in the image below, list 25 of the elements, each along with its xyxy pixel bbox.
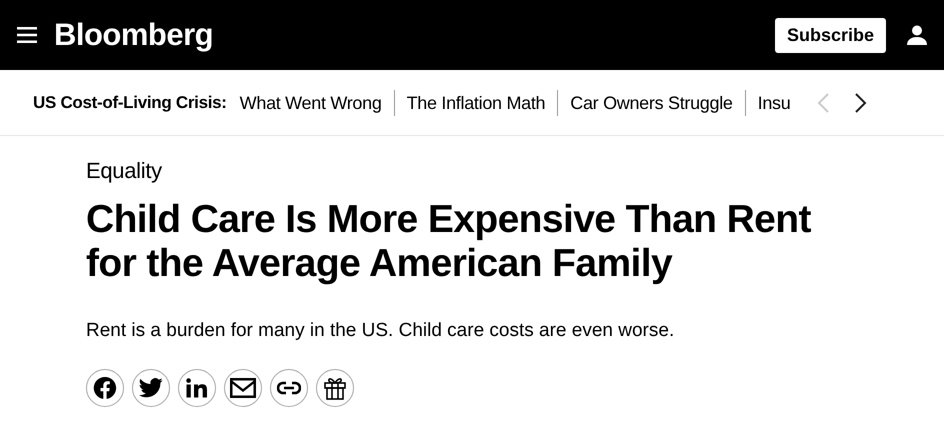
- bird-icon: [139, 377, 163, 399]
- gift-icon: [323, 376, 347, 400]
- user-icon[interactable]: [907, 25, 927, 45]
- link-icon: [277, 381, 301, 395]
- topic-label: US Cost-of-Living Crisis:: [33, 92, 227, 112]
- logo[interactable]: Bloomberg: [54, 17, 775, 53]
- linkedin-icon: [186, 378, 208, 398]
- share-button[interactable]: [86, 369, 124, 407]
- topic-link[interactable]: What Went Wrong: [240, 90, 394, 116]
- subscribe-button[interactable]: Subscribe: [774, 18, 886, 52]
- share-button[interactable]: [316, 369, 354, 407]
- share-button[interactable]: [270, 369, 308, 407]
- headline: Child Care Is More Expensive Than Rent for the Average American Family: [86, 198, 812, 286]
- category-link[interactable]: Equality: [86, 158, 162, 184]
- next-button[interactable]: [854, 92, 868, 114]
- facebook-icon: [93, 376, 117, 400]
- topic-link[interactable]: Insu: [744, 90, 802, 116]
- menu-icon[interactable]: [17, 27, 37, 43]
- share-button[interactable]: [224, 369, 262, 407]
- envelope-icon: [230, 378, 256, 398]
- share-button[interactable]: [132, 369, 170, 407]
- topic-link[interactable]: The Inflation Math: [394, 90, 558, 116]
- subheadline: Rent is a burden for many in the US. Child care costs are even worse.: [86, 320, 676, 342]
- topic-link[interactable]: Car Owners Struggle: [557, 90, 745, 116]
- share-button[interactable]: [178, 369, 216, 407]
